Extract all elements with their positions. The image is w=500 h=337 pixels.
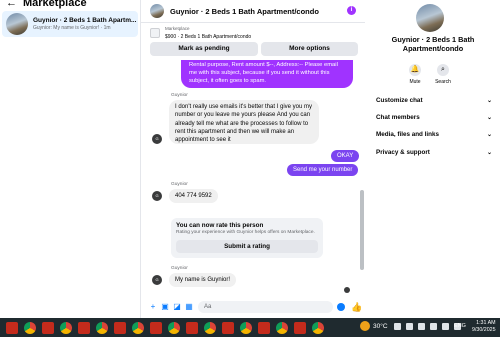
date: 9/30/2025: [472, 327, 496, 333]
app-icon[interactable]: [186, 321, 198, 334]
section-label: Customize chat: [376, 97, 423, 104]
chrome-icon[interactable]: [132, 321, 144, 334]
app-icon[interactable]: [150, 321, 162, 334]
page-title: Marketplace: [23, 0, 87, 9]
bell-icon[interactable]: 🔔: [409, 64, 421, 76]
chevron-down-icon: ⌄: [486, 115, 492, 121]
message-thread: Rental purpose, Rent amount $--, Address…: [141, 60, 365, 296]
chevron-down-icon: ⌄: [486, 150, 492, 156]
section-privacy-support[interactable]: Privacy & support ⌄: [376, 149, 492, 156]
message-input[interactable]: Aa: [198, 301, 333, 313]
conversation-list-panel: ← Marketplace Guynior · 2 Beds 1 Bath Ap…: [0, 0, 141, 318]
chrome-icon[interactable]: [96, 321, 108, 334]
chrome-icon[interactable]: [204, 321, 216, 334]
composer: + ▣ ◪ ▦ Aa 👍: [141, 298, 365, 316]
image-icon[interactable]: ▣: [161, 303, 169, 311]
incoming-message: My name is Guynior!: [169, 273, 237, 288]
section-label: Chat members: [376, 114, 420, 121]
conversation-item[interactable]: Guynior · 2 Beds 1 Bath Apartm... Guynio…: [2, 11, 138, 37]
clock[interactable]: 1:31 AM 9/30/2025: [472, 320, 496, 334]
listing-price[interactable]: $900 · 2 Beds 1 Bath Apartment/condo: [165, 34, 251, 40]
avatar[interactable]: [416, 4, 444, 32]
more-options-button[interactable]: More options: [261, 42, 358, 56]
details-panel: Guynior · 2 Beds 1 Bath Apartment/condo …: [366, 0, 500, 318]
search-label: Search: [435, 79, 451, 85]
sun-icon: [360, 321, 370, 331]
weather-widget[interactable]: 30°C: [360, 321, 388, 331]
section-label: Media, files and links: [376, 131, 439, 138]
tray-icon[interactable]: [418, 323, 425, 330]
chrome-icon[interactable]: [168, 321, 180, 334]
taskbar: 30°C ENG 1:31 AM 9/30/2025: [0, 318, 500, 337]
tray-icon[interactable]: [394, 323, 401, 330]
chat-title[interactable]: Guynior · 2 Beds 1 Bath Apartment/condo: [170, 7, 319, 16]
conversation-snippet: Guynior: My name is Guynior! · 1m: [33, 25, 111, 31]
incoming-message: I don't really use emails it's better th…: [169, 100, 319, 144]
outgoing-message: Send me your number: [287, 164, 359, 176]
time: 1:31 AM: [476, 320, 496, 326]
app-icon[interactable]: [258, 321, 270, 334]
avatar: [6, 13, 28, 35]
app-icon[interactable]: [6, 321, 18, 334]
chevron-down-icon: ⌄: [486, 98, 492, 104]
section-media-files-links[interactable]: Media, files and links ⌄: [376, 131, 492, 138]
listing-thumbnail-icon[interactable]: [150, 28, 160, 38]
conversation-name: Guynior · 2 Beds 1 Bath Apartm...: [33, 17, 137, 24]
sender-name: Guynior: [171, 266, 188, 271]
tray-icon[interactable]: [442, 323, 449, 330]
scrollbar[interactable]: [360, 60, 364, 296]
system-tray: [394, 323, 461, 330]
submit-rating-button[interactable]: Submit a rating: [176, 240, 318, 253]
language-indicator[interactable]: ENG: [454, 323, 466, 329]
thumbs-up-icon[interactable]: 👍: [351, 302, 362, 313]
sender-name: Guynior: [171, 182, 188, 187]
outgoing-message: Rental purpose, Rent amount $--, Address…: [181, 60, 353, 88]
marketplace-header: ← Marketplace: [0, 0, 140, 9]
section-customize-chat[interactable]: Customize chat ⌄: [376, 97, 492, 104]
info-icon[interactable]: i: [347, 6, 356, 15]
plus-icon[interactable]: +: [149, 303, 157, 311]
back-arrow-icon[interactable]: ←: [6, 0, 17, 9]
rating-subtitle: Rating your experience with Guynior help…: [176, 230, 315, 235]
section-label: Privacy & support: [376, 149, 430, 156]
section-chat-members[interactable]: Chat members ⌄: [376, 114, 492, 121]
emoji-icon[interactable]: [337, 303, 345, 311]
outgoing-message: OKAY: [331, 150, 360, 162]
chat-header: Guynior · 2 Beds 1 Bath Apartment/condo …: [141, 0, 365, 23]
profile-name: Guynior · 2 Beds 1 Bath Apartment/condo: [391, 35, 475, 53]
chrome-icon[interactable]: [276, 321, 288, 334]
scrollbar-thumb[interactable]: [360, 190, 364, 270]
rating-card: You can now rate this person Rating your…: [171, 218, 323, 258]
app-icon[interactable]: [294, 321, 306, 334]
rating-title: You can now rate this person: [176, 222, 264, 229]
chevron-down-icon: ⌄: [486, 132, 492, 138]
mute-action[interactable]: 🔔 Mute: [401, 64, 429, 85]
listing-label: Marketplace: [165, 26, 190, 31]
gif-icon[interactable]: ▦: [185, 303, 193, 311]
tray-icon[interactable]: [430, 323, 437, 330]
chrome-icon[interactable]: [240, 321, 252, 334]
app-icon[interactable]: [78, 321, 90, 334]
avatar: G: [152, 275, 162, 285]
app-icon[interactable]: [114, 321, 126, 334]
app-icon[interactable]: [42, 321, 54, 334]
mark-as-pending-button[interactable]: Mark as pending: [150, 42, 258, 56]
chrome-icon[interactable]: [60, 321, 72, 334]
chrome-icon[interactable]: [24, 321, 36, 334]
temperature: 30°C: [373, 322, 388, 330]
search-icon[interactable]: ⌕: [437, 64, 449, 76]
incoming-message: 404 774 9592: [169, 189, 218, 204]
sticker-icon[interactable]: ◪: [173, 303, 181, 311]
tray-icon[interactable]: [406, 323, 413, 330]
seen-indicator-icon: [344, 287, 350, 293]
search-action[interactable]: ⌕ Search: [429, 64, 457, 85]
mute-label: Mute: [409, 79, 421, 85]
chrome-icon[interactable]: [312, 321, 324, 334]
chat-panel: Guynior · 2 Beds 1 Bath Apartment/condo …: [141, 0, 365, 318]
avatar: G: [152, 191, 162, 201]
sender-name: Guynior: [171, 93, 188, 98]
avatar[interactable]: [150, 4, 164, 18]
app-icon[interactable]: [222, 321, 234, 334]
avatar: G: [152, 134, 162, 144]
